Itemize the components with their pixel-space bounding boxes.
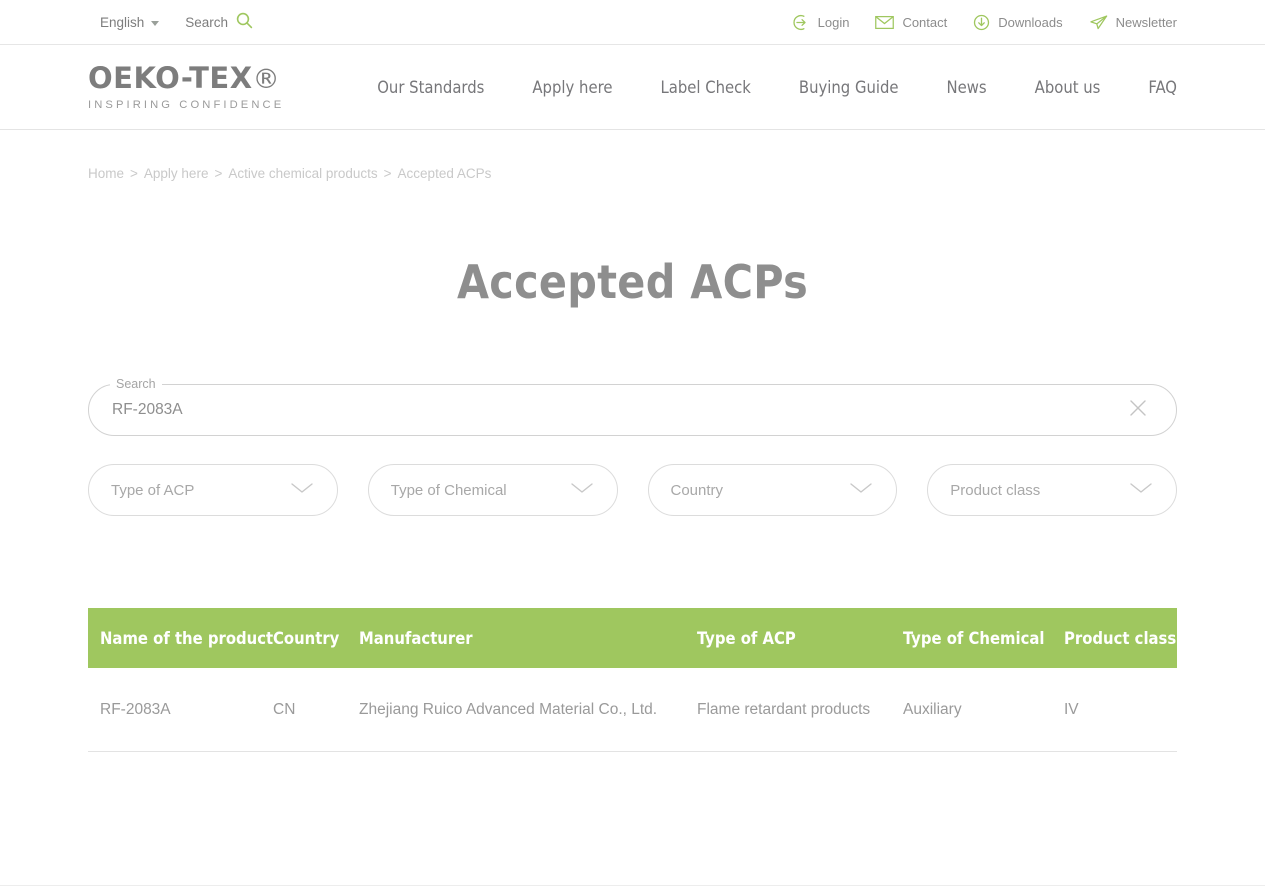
breadcrumb-separator: > [130, 166, 138, 181]
page-content: Home > Apply here > Active chemical prod… [0, 166, 1265, 752]
newsletter-label: Newsletter [1115, 14, 1177, 30]
cell-type-of-chemical: Auxiliary [903, 700, 962, 718]
utility-bar-left: English Search [100, 12, 253, 32]
registered-mark-icon: ® [252, 63, 281, 95]
search-icon [236, 12, 253, 32]
column-header-name-of-the-product: Name of the product [100, 628, 274, 648]
results-table: Name of the product Country Manufacturer… [88, 608, 1177, 752]
breadcrumb-separator: > [383, 166, 392, 181]
contact-label: Contact [902, 14, 948, 30]
utility-bar: English Search Login Contact Downloads N… [0, 0, 1265, 45]
cell-name-of-the-product: RF-2083A [100, 700, 171, 718]
header-search-trigger[interactable]: Search [185, 12, 253, 32]
login-label: Login [817, 14, 850, 30]
download-icon [973, 14, 990, 31]
column-header-country: Country [273, 628, 340, 648]
breadcrumb-item-active-chemical-products[interactable]: Active chemical products [228, 166, 377, 181]
login-icon [793, 14, 810, 31]
filter-type-of-chemical-label: Type of Chemical [390, 481, 507, 499]
paper-plane-icon [1089, 14, 1108, 31]
cell-manufacturer: Zhejiang Ruico Advanced Material Co., Lt… [359, 700, 658, 718]
search-input[interactable] [110, 384, 1107, 436]
breadcrumb-separator: > [214, 166, 223, 181]
main-navigation: Our Standards Apply here Label Check Buy… [353, 78, 1177, 97]
nav-item-news[interactable]: News [923, 78, 1011, 97]
table-header-row: Name of the product Country Manufacturer… [88, 608, 1177, 668]
filter-product-class-label: Product class [950, 481, 1041, 499]
logo-tagline: INSPIRING CONFIDENCE [88, 98, 285, 111]
header-search-label: Search [185, 14, 229, 30]
column-header-product-class: Product class [1064, 628, 1177, 648]
column-header-manufacturer: Manufacturer [359, 628, 473, 648]
envelope-icon [875, 15, 895, 30]
main-header: OEKO-TEX® INSPIRING CONFIDENCE Our Stand… [0, 45, 1265, 130]
breadcrumb-item-home[interactable]: Home [88, 166, 124, 181]
nav-item-faq[interactable]: FAQ [1124, 78, 1177, 97]
newsletter-link[interactable]: Newsletter [1089, 14, 1177, 31]
filter-type-of-acp[interactable]: Type of ACP [88, 464, 338, 516]
cell-product-class: IV [1064, 700, 1079, 718]
nav-item-buying-guide[interactable]: Buying Guide [775, 78, 923, 97]
downloads-link[interactable]: Downloads [973, 14, 1063, 31]
column-header-type-of-acp: Type of ACP [697, 628, 796, 648]
chevron-down-icon [289, 481, 315, 500]
nav-item-apply-here[interactable]: Apply here [508, 78, 636, 97]
login-link[interactable]: Login [793, 14, 850, 31]
nav-item-label-check[interactable]: Label Check [636, 78, 774, 97]
chevron-down-icon [848, 481, 874, 500]
site-logo[interactable]: OEKO-TEX® INSPIRING CONFIDENCE [88, 60, 285, 111]
filter-type-of-acp-label: Type of ACP [111, 481, 195, 499]
column-header-type-of-chemical: Type of Chemical [903, 628, 1045, 648]
filter-country-label: Country [670, 481, 724, 499]
clear-search-button[interactable] [1125, 397, 1151, 423]
logo-wordmark: OEKO-TEX® [88, 60, 284, 95]
footer-divider [0, 885, 1265, 886]
breadcrumb: Home > Apply here > Active chemical prod… [88, 166, 1177, 181]
cell-country: CN [273, 700, 296, 718]
nav-item-about-us[interactable]: About us [1011, 78, 1125, 97]
filter-row: Type of ACP Type of Chemical Country Pro… [88, 464, 1177, 516]
breadcrumb-item-apply-here[interactable]: Apply here [144, 166, 209, 181]
filter-product-class[interactable]: Product class [927, 464, 1177, 516]
search-field-wrapper: Search [88, 376, 1177, 436]
chevron-down-icon [1128, 481, 1154, 500]
nav-item-our-standards[interactable]: Our Standards [353, 78, 508, 97]
logo-word-text: OEKO-TEX [88, 60, 253, 95]
downloads-label: Downloads [998, 14, 1063, 30]
chevron-down-icon [151, 20, 160, 26]
breadcrumb-item-accepted-acps: Accepted ACPs [397, 166, 492, 181]
language-label: English [100, 14, 145, 30]
utility-bar-right: Login Contact Downloads Newsletter [793, 14, 1177, 31]
page-title: Accepted ACPs [456, 255, 809, 309]
filter-country[interactable]: Country [647, 464, 898, 516]
chevron-down-icon [569, 481, 595, 500]
filter-type-of-chemical[interactable]: Type of Chemical [367, 464, 618, 516]
table-row[interactable]: RF-2083A CN Zhejiang Ruico Advanced Mate… [88, 668, 1177, 752]
cell-type-of-acp: Flame retardant products [697, 700, 871, 718]
contact-link[interactable]: Contact [875, 15, 947, 30]
close-icon [1127, 397, 1149, 424]
language-selector[interactable]: English [100, 14, 160, 30]
